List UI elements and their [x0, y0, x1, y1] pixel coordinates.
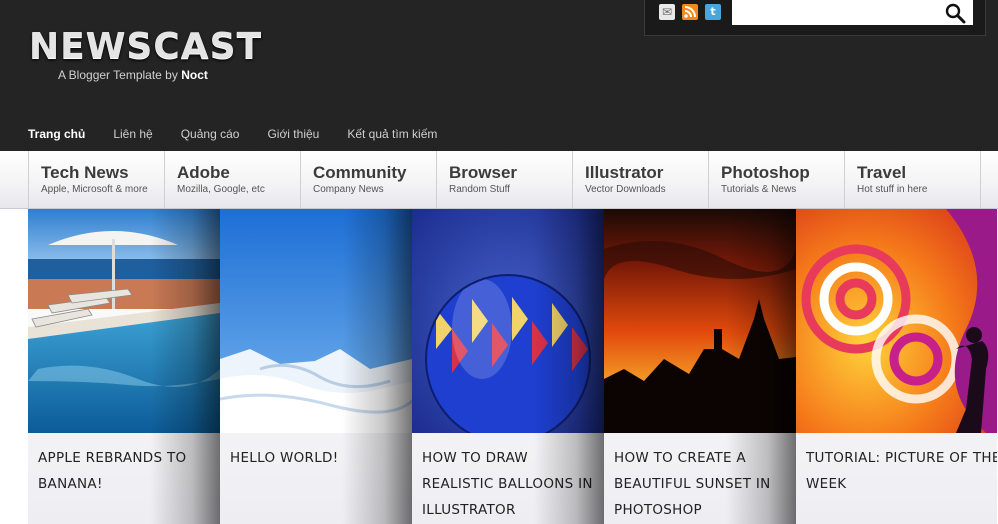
slide-title[interactable]: Hello World!: [230, 445, 408, 471]
slide-picture-of-the-week[interactable]: Tutorial: Picture of the week: [796, 209, 997, 524]
slide-hello-world[interactable]: Hello World!: [220, 209, 412, 524]
category-subtitle: Vector Downloads: [585, 184, 666, 195]
tagline-author[interactable]: Noct: [181, 68, 208, 82]
category-subtitle: Random Stuff: [449, 184, 510, 195]
category-title: Browser: [449, 163, 518, 182]
slide-image-sunset[interactable]: [604, 209, 796, 433]
slide-title[interactable]: Tutorial: Picture of the week: [806, 445, 997, 497]
category-bar: Tech News Apple, Microsoft & more Adobe …: [0, 151, 998, 209]
category-community[interactable]: Community Company News: [301, 151, 437, 208]
top-navigation: Trang chủ Liên hệ Quảng cáo Giới thiệu K…: [28, 126, 465, 142]
nav-about[interactable]: Giới thiệu: [267, 126, 319, 142]
site-logo[interactable]: NEWSCAST: [29, 27, 262, 67]
category-illustrator[interactable]: Illustrator Vector Downloads: [573, 151, 709, 208]
slide-title[interactable]: How to create a beautiful sunset in Phot…: [614, 445, 792, 523]
featured-slider: Apple rebrands to banana! Hello World!: [28, 209, 998, 524]
magnifier-icon[interactable]: [944, 2, 968, 24]
nav-contact[interactable]: Liên hệ: [113, 126, 152, 142]
mail-icon[interactable]: ✉: [659, 4, 675, 20]
category-title: Travel: [857, 163, 907, 182]
category-subtitle: Mozilla, Google, etc: [177, 184, 265, 195]
slide-title[interactable]: How to draw realistic balloons in Illust…: [422, 445, 600, 523]
category-title: Illustrator: [585, 163, 664, 182]
slide-beautiful-sunset[interactable]: How to create a beautiful sunset in Phot…: [604, 209, 796, 524]
slide-title[interactable]: Apple rebrands to banana!: [38, 445, 216, 497]
category-subtitle: Company News: [313, 184, 384, 195]
category-photoshop[interactable]: Photoshop Tutorials & News: [709, 151, 845, 208]
category-subtitle: Tutorials & News: [721, 184, 797, 195]
search-input[interactable]: [732, 0, 973, 25]
nav-advertise[interactable]: Quảng cáo: [181, 126, 240, 142]
nav-home[interactable]: Trang chủ: [28, 126, 85, 142]
category-tech-news[interactable]: Tech News Apple, Microsoft & more: [29, 151, 165, 208]
category-travel[interactable]: Travel Hot stuff in here: [845, 151, 981, 208]
slide-image-abstract[interactable]: [796, 209, 997, 433]
category-adobe[interactable]: Adobe Mozilla, Google, etc: [165, 151, 301, 208]
category-subtitle: Apple, Microsoft & more: [41, 184, 148, 195]
site-tagline: A Blogger Template by Noct: [58, 68, 208, 82]
nav-search-results[interactable]: Kết quả tìm kiếm: [347, 126, 437, 142]
slide-image-balloon[interactable]: [412, 209, 604, 433]
site-header: NEWSCAST A Blogger Template by Noct ✉ t …: [0, 0, 998, 151]
category-title: Adobe: [177, 163, 230, 182]
tagline-prefix: A Blogger Template by: [58, 68, 178, 82]
category-title: Tech News: [41, 163, 129, 182]
category-title: Community: [313, 163, 407, 182]
rss-icon[interactable]: [682, 4, 698, 20]
category-browser[interactable]: Browser Random Stuff: [437, 151, 573, 208]
slide-apple-rebrands[interactable]: Apple rebrands to banana!: [28, 209, 220, 524]
slide-image-snow[interactable]: [220, 209, 412, 433]
slide-image-pool[interactable]: [28, 209, 220, 433]
slide-realistic-balloons[interactable]: How to draw realistic balloons in Illust…: [412, 209, 604, 524]
twitter-icon[interactable]: t: [705, 4, 721, 20]
category-title: Photoshop: [721, 163, 810, 182]
category-subtitle: Hot stuff in here: [857, 184, 928, 195]
